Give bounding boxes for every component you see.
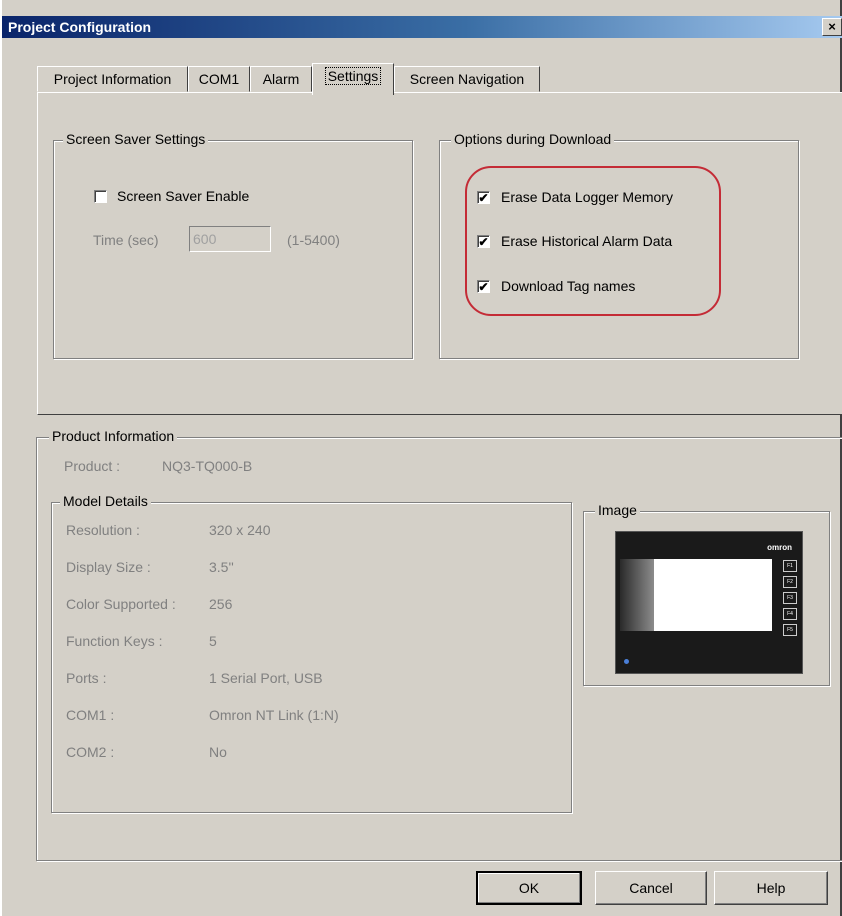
tab-screen-navigation[interactable]: Screen Navigation — [394, 66, 540, 92]
time-label: Time (sec) — [93, 232, 159, 248]
omron-logo: omron — [767, 543, 792, 552]
tab-alarm[interactable]: Alarm — [250, 66, 312, 92]
function-key: F4 — [783, 608, 797, 620]
product-value: NQ3-TQ000-B — [162, 458, 253, 474]
hmi-device-image: omron F1 F2 F3 F4 F5 — [615, 531, 803, 674]
resolution-value: 320 x 240 — [209, 522, 271, 538]
resolution-label: Resolution : — [66, 522, 140, 538]
com1-label: COM1 : — [66, 707, 115, 723]
screen-saver-settings-label: Screen Saver Settings — [63, 131, 209, 147]
screen-bezel-left — [620, 559, 654, 631]
title-bar[interactable]: Project Configuration × — [2, 16, 842, 38]
com2-value: No — [209, 744, 227, 760]
tab-project-information[interactable]: Project Information — [37, 66, 188, 92]
help-button[interactable]: Help — [714, 871, 828, 905]
color-supported-label: Color Supported : — [66, 596, 176, 612]
display-size-value: 3.5'' — [209, 559, 234, 575]
tab-label: COM1 — [198, 71, 240, 87]
ports-value: 1 Serial Port, USB — [209, 670, 323, 686]
product-label: Product : — [64, 458, 121, 474]
image-label: Image — [595, 502, 640, 518]
function-key: F5 — [783, 624, 797, 636]
time-range-label: (1-5400) — [287, 232, 340, 248]
screen-saver-enable-label[interactable]: Screen Saver Enable — [117, 188, 249, 204]
tab-label: Settings — [324, 67, 382, 85]
tab-label: Screen Navigation — [409, 71, 525, 87]
model-details-label: Model Details — [60, 493, 151, 509]
product-information-label: Product Information — [49, 428, 178, 444]
function-key: F2 — [783, 576, 797, 588]
function-keys-label: Function Keys : — [66, 633, 163, 649]
screen-saver-enable-checkbox[interactable] — [94, 190, 107, 203]
time-sec-input[interactable] — [189, 226, 271, 252]
highlight-annotation — [465, 166, 721, 316]
color-supported-value: 256 — [209, 596, 233, 612]
tab-label: Alarm — [262, 71, 300, 87]
project-configuration-dialog: Project Configuration × Project Informat… — [0, 0, 842, 916]
options-during-download-label: Options during Download — [451, 131, 615, 147]
display-size-label: Display Size : — [66, 559, 151, 575]
model-details-group: Model Details — [51, 493, 572, 813]
com2-label: COM2 : — [66, 744, 115, 760]
function-keys-value: 5 — [209, 633, 217, 649]
ok-button[interactable]: OK — [476, 871, 582, 905]
function-key-column: F1 F2 F3 F4 F5 — [783, 560, 797, 636]
tab-com1[interactable]: COM1 — [188, 66, 250, 92]
power-led-icon — [624, 659, 629, 664]
tab-label: Project Information — [53, 71, 172, 87]
cancel-button[interactable]: Cancel — [595, 871, 707, 905]
function-key: F1 — [783, 560, 797, 572]
com1-value: Omron NT Link (1:N) — [209, 707, 339, 723]
function-key: F3 — [783, 592, 797, 604]
window-title: Project Configuration — [8, 19, 152, 35]
device-screen — [654, 559, 772, 631]
close-button[interactable]: × — [822, 18, 842, 36]
ports-label: Ports : — [66, 670, 107, 686]
tab-settings[interactable]: Settings — [312, 63, 394, 95]
